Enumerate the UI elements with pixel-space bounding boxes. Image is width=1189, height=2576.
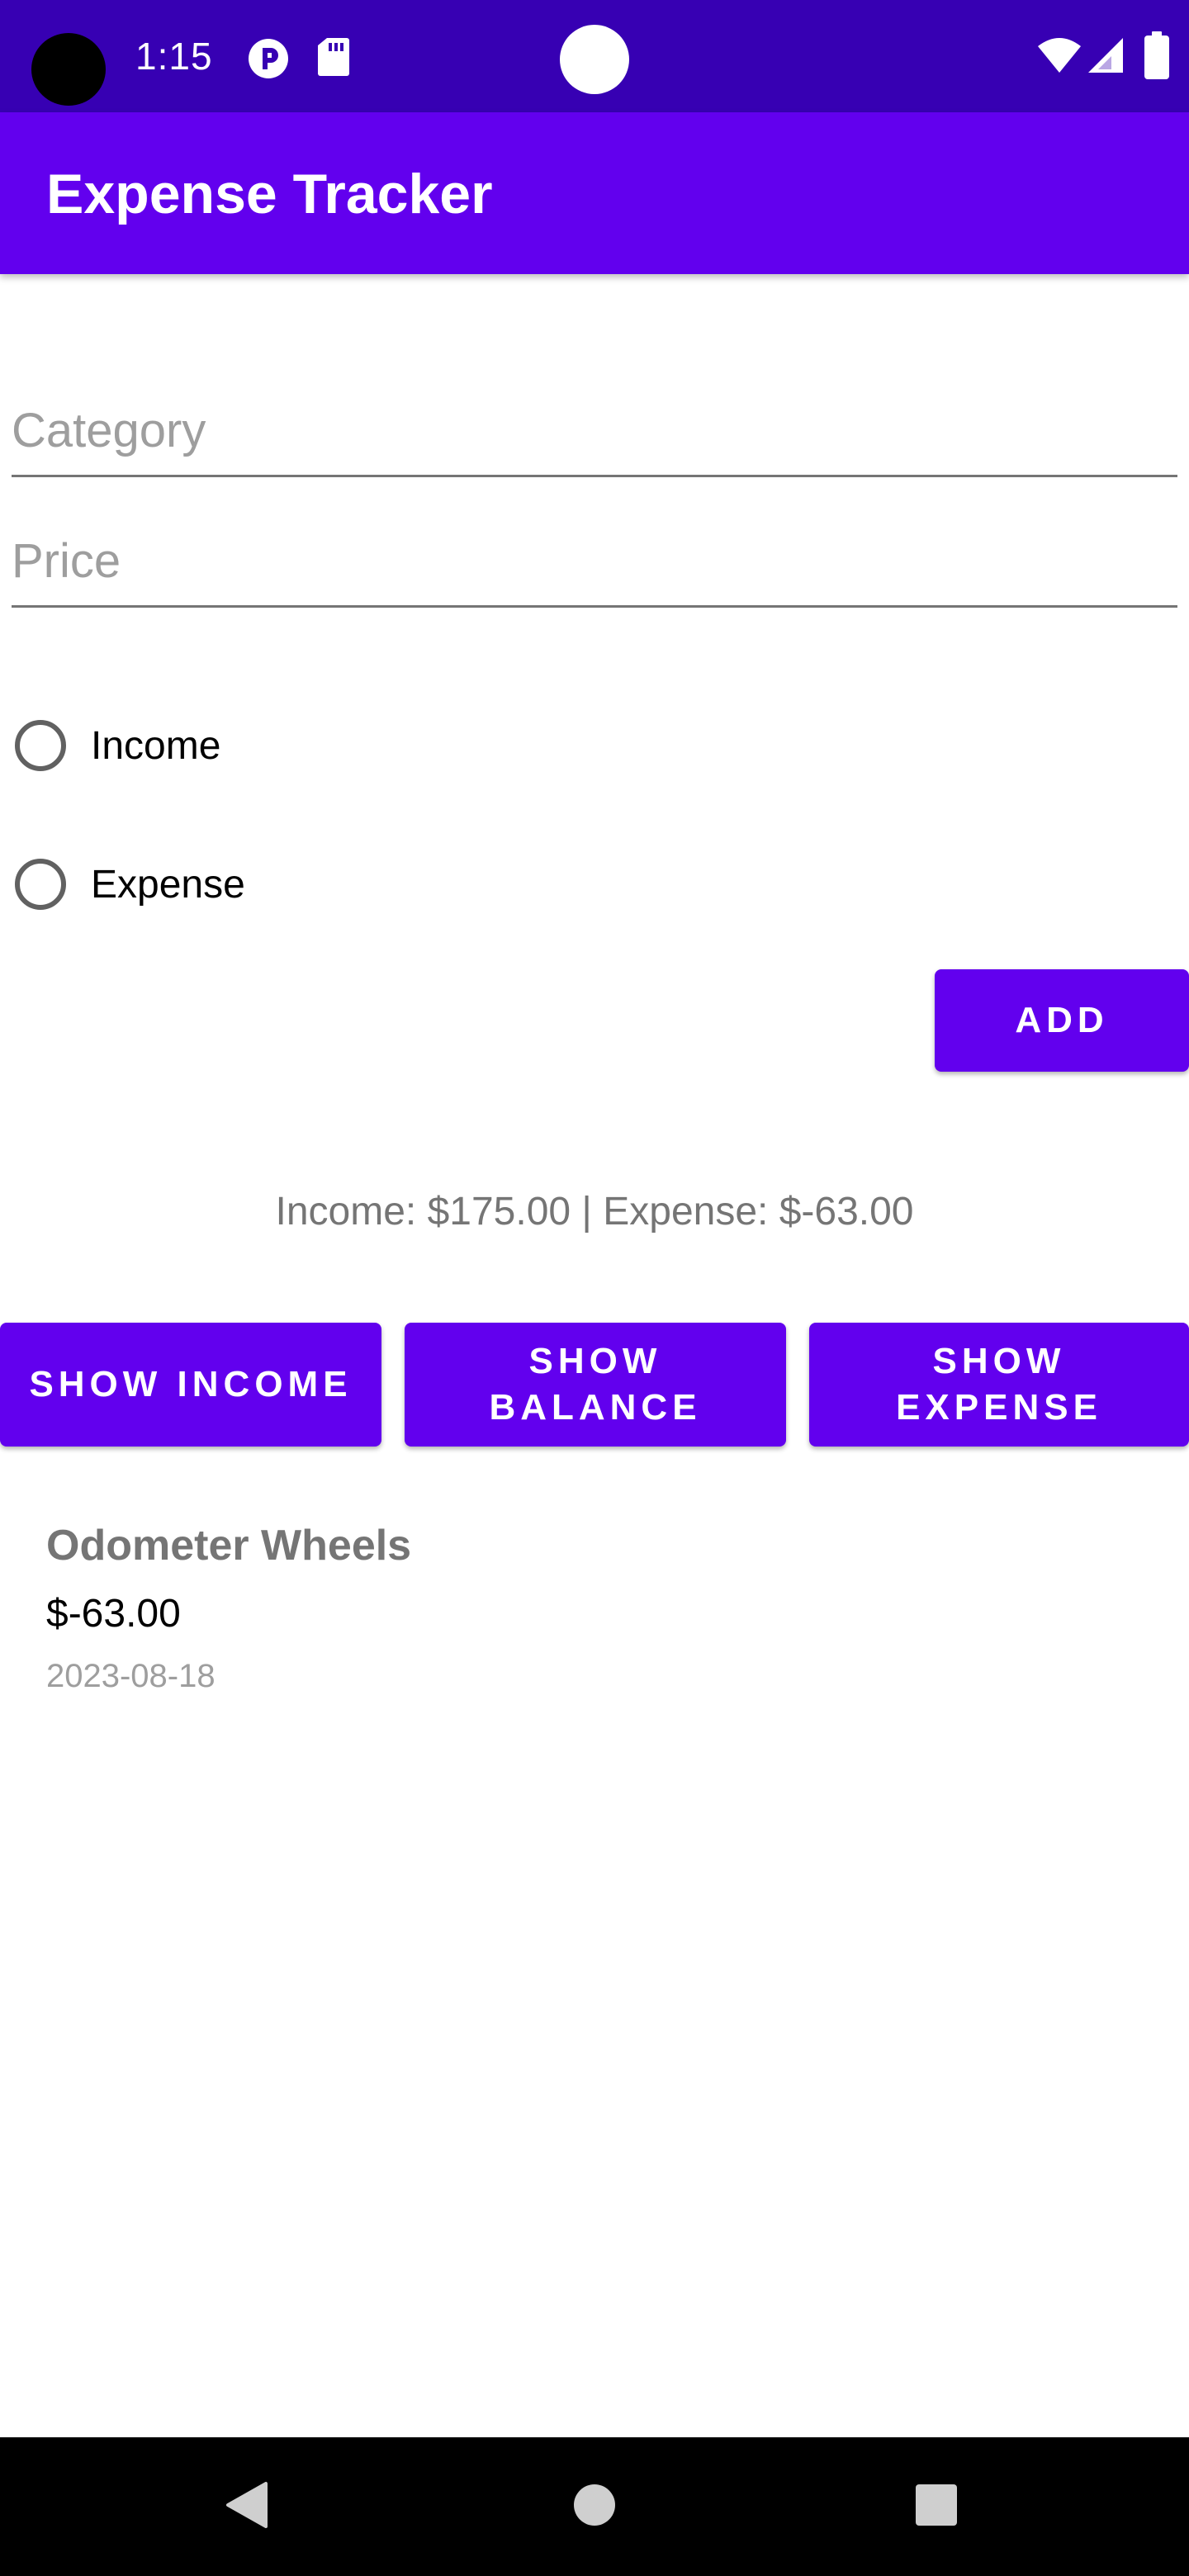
app-bar: Expense Tracker xyxy=(0,112,1189,274)
show-income-button[interactable]: SHOW INCOME xyxy=(0,1323,381,1447)
transaction-date: 2023-08-18 xyxy=(46,1658,216,1694)
transaction-amount: $-63.00 xyxy=(46,1592,181,1636)
radio-expense-circle[interactable] xyxy=(15,859,66,910)
category-input[interactable] xyxy=(12,386,1177,477)
navigation-bar xyxy=(0,2437,1189,2576)
recents-icon xyxy=(914,2483,959,2531)
home-button[interactable] xyxy=(528,2437,661,2576)
transaction-category: Odometer Wheels xyxy=(46,1522,412,1570)
home-icon xyxy=(572,2483,617,2531)
radio-expense-label: Expense xyxy=(91,862,245,907)
show-expense-button[interactable]: SHOW EXPENSE xyxy=(809,1323,1189,1447)
radio-income-label: Income xyxy=(91,723,221,768)
status-bar: 1:15 xyxy=(0,0,1189,112)
price-input[interactable] xyxy=(12,517,1177,608)
back-icon xyxy=(225,2480,271,2534)
back-button[interactable] xyxy=(182,2437,314,2576)
battery-icon xyxy=(1144,31,1169,83)
signal-icon xyxy=(1087,36,1125,78)
sd-card-icon xyxy=(317,36,350,82)
show-balance-button[interactable]: SHOW BALANCE xyxy=(405,1323,786,1447)
income-expense-summary: Income: $175.00 | Expense: $-63.00 xyxy=(275,1190,914,1234)
pocket-casts-icon xyxy=(246,36,291,85)
radio-income-circle[interactable] xyxy=(15,720,66,771)
status-time: 1:15 xyxy=(135,35,213,78)
status-indicator-dot xyxy=(560,25,629,94)
add-button[interactable]: ADD xyxy=(935,969,1189,1072)
app-title: Expense Tracker xyxy=(46,163,493,225)
wifi-icon xyxy=(1037,36,1082,78)
radio-expense[interactable]: Expense xyxy=(15,847,245,921)
recents-button[interactable] xyxy=(870,2437,1002,2576)
camera-cutout xyxy=(31,33,106,106)
radio-income[interactable]: Income xyxy=(15,708,220,783)
